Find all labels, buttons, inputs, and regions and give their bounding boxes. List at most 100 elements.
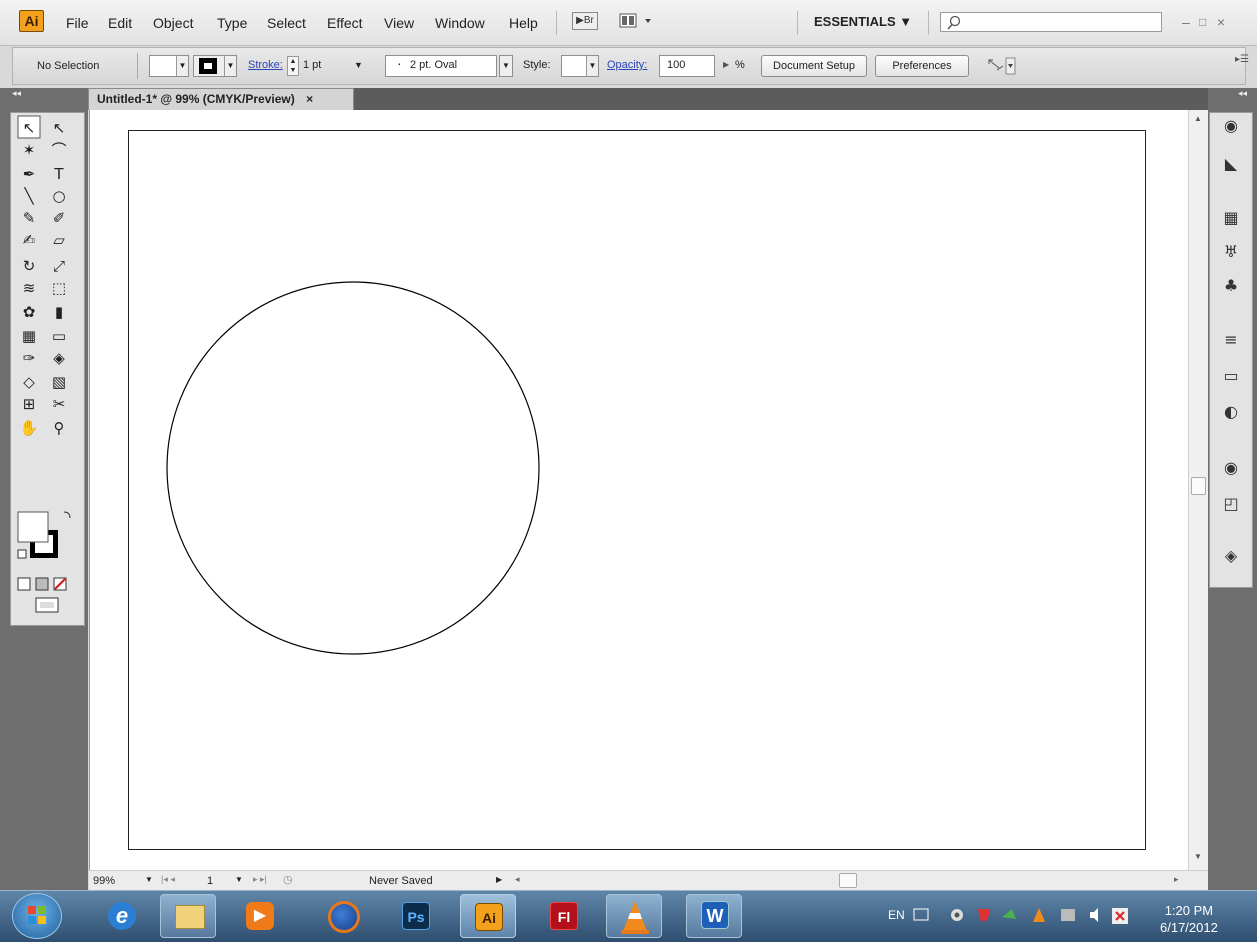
ellipse-tool-icon[interactable]: ○ — [52, 187, 65, 205]
isolate-selection-button[interactable] — [985, 56, 1017, 76]
menu-view[interactable]: View — [384, 15, 414, 31]
pencil-tool-icon[interactable]: ✐ — [53, 209, 66, 227]
eraser-tool-icon[interactable]: ▱ — [53, 231, 65, 249]
menu-select[interactable]: Select — [267, 15, 306, 31]
start-button[interactable] — [12, 893, 62, 939]
gradient-tool-icon[interactable]: ▭ — [52, 327, 66, 345]
graphic-style-picker[interactable]: ▼ — [561, 55, 599, 77]
symbol-sprayer-tool-icon[interactable]: ✿ — [23, 303, 36, 321]
word-button[interactable]: W — [686, 894, 742, 938]
menu-object[interactable]: Object — [153, 15, 193, 31]
fill-dropdown-arrow[interactable]: ▼ — [176, 56, 188, 76]
photoshop-button[interactable]: Ps — [390, 894, 446, 938]
zoom-tool-icon[interactable]: ⚲ — [54, 419, 65, 437]
screen-mode-icon[interactable] — [35, 597, 59, 613]
menu-file[interactable]: File — [66, 15, 89, 31]
first-artboard-icon[interactable]: |◂ ◂ — [161, 874, 175, 885]
selection-tool-icon[interactable]: ↖ — [17, 115, 41, 139]
opacity-input[interactable]: 100 — [659, 55, 715, 77]
workspace-switcher[interactable]: ESSENTIALS ▼ — [814, 14, 912, 29]
menu-effect[interactable]: Effect — [327, 15, 363, 31]
blend-tool-icon[interactable]: ◈ — [53, 349, 65, 367]
zoom-dropdown[interactable]: ▼ — [145, 875, 153, 884]
document-tab[interactable]: Untitled-1* @ 99% (CMYK/Preview) × — [88, 88, 354, 110]
windows-explorer-button[interactable] — [160, 894, 216, 938]
mesh-tool-icon[interactable]: ▦ — [22, 327, 36, 345]
illustrator-button[interactable]: Ai — [460, 894, 516, 938]
menu-window[interactable]: Window — [435, 15, 485, 31]
internet-explorer-button[interactable]: e — [94, 894, 150, 938]
status-menu-arrow[interactable]: ▶ — [496, 875, 502, 884]
magic-wand-tool-icon[interactable]: ✶ — [23, 141, 36, 159]
horizontal-scroll-thumb[interactable] — [839, 873, 857, 888]
minimize-button[interactable]: – — [1182, 14, 1190, 30]
type-tool-icon[interactable]: T — [53, 165, 64, 183]
color-guide-panel-icon[interactable]: ◣ — [1225, 154, 1238, 173]
symbols-panel-icon[interactable]: ♣ — [1224, 276, 1238, 295]
fill-swatch[interactable]: ▼ — [149, 55, 189, 77]
gradient-panel-icon[interactable]: ▭ — [1223, 366, 1238, 385]
panel-menu-icon[interactable]: ▸☰ — [1235, 54, 1249, 65]
bridge-button[interactable]: ▶Br — [572, 12, 598, 30]
layers-panel-icon[interactable]: ◈ — [1225, 546, 1238, 565]
stroke-label[interactable]: Stroke: — [248, 59, 283, 71]
column-graph-tool-icon[interactable]: ▮ — [55, 303, 63, 321]
circle-shape[interactable] — [166, 281, 542, 657]
opacity-label[interactable]: Opacity: — [607, 59, 647, 71]
live-paint-selection-tool-icon[interactable]: ▧ — [52, 373, 66, 391]
opacity-slider-arrow[interactable]: ▶ — [723, 60, 729, 69]
line-tool-icon[interactable]: ╲ — [23, 187, 34, 205]
color-mode-icon[interactable] — [17, 577, 31, 591]
stroke-weight-value[interactable]: 1 pt — [303, 59, 321, 71]
close-button[interactable]: × — [1217, 14, 1225, 30]
swatches-panel-icon[interactable]: ▦ — [1223, 208, 1238, 227]
collapse-left-icon[interactable]: ◂◂ — [12, 88, 21, 99]
vertical-scroll-thumb[interactable] — [1191, 477, 1206, 495]
graphic-styles-panel-icon[interactable]: ◰ — [1223, 494, 1238, 513]
brush-dropdown[interactable]: ▼ — [499, 55, 513, 77]
stroke-swatch[interactable]: ▼ — [193, 55, 237, 77]
artboard-tool-icon[interactable]: ⊞ — [23, 395, 36, 413]
color-panel-icon[interactable]: ◉ — [1224, 116, 1238, 135]
stroke-dropdown-arrow[interactable]: ▼ — [224, 56, 236, 76]
artboard-dropdown[interactable]: ▼ — [235, 875, 243, 884]
restore-button[interactable]: □ — [1199, 15, 1206, 29]
vertical-scrollbar[interactable]: ▲ ▼ — [1188, 110, 1208, 870]
search-input[interactable] — [940, 12, 1162, 32]
language-indicator[interactable]: EN — [888, 908, 905, 922]
hand-tool-icon[interactable]: ✋ — [20, 419, 39, 437]
menu-help[interactable]: Help — [509, 15, 538, 31]
paintbrush-tool-icon[interactable]: ✎ — [23, 209, 36, 227]
arrange-documents-button[interactable] — [617, 12, 657, 30]
swap-fill-stroke-icon[interactable] — [63, 511, 71, 519]
media-player-button[interactable]: ▶ — [232, 894, 288, 938]
lasso-tool-icon[interactable]: ⌒ — [51, 141, 66, 159]
scroll-up-icon[interactable]: ▲ — [1194, 114, 1202, 123]
menu-edit[interactable]: Edit — [108, 15, 132, 31]
rotate-tool-icon[interactable]: ↻ — [23, 257, 36, 275]
free-transform-tool-icon[interactable]: ⬚ — [52, 279, 66, 297]
system-clock[interactable]: 1:20 PM 6/17/2012 — [1160, 902, 1218, 936]
scroll-down-icon[interactable]: ▼ — [1194, 852, 1202, 861]
pen-tool-icon[interactable]: ✒ — [23, 165, 36, 183]
brush-definition[interactable]: · 2 pt. Oval — [385, 55, 497, 77]
style-dropdown-arrow[interactable]: ▼ — [586, 56, 598, 76]
default-fill-stroke-icon[interactable] — [17, 549, 27, 559]
flash-button[interactable]: Fl — [538, 894, 594, 938]
live-paint-bucket-tool-icon[interactable]: ◇ — [23, 373, 35, 391]
eyedropper-tool-icon[interactable]: ✑ — [23, 349, 36, 367]
artboard-number[interactable]: 1 — [207, 875, 213, 887]
scale-tool-icon[interactable]: ⤢ — [53, 257, 66, 275]
direct-selection-tool-icon[interactable]: ↖ — [53, 119, 66, 137]
zoom-level[interactable]: 99% — [93, 875, 115, 887]
document-setup-button[interactable]: Document Setup — [761, 55, 867, 77]
gradient-mode-icon[interactable] — [35, 577, 49, 591]
blob-brush-tool-icon[interactable]: ✍ — [23, 231, 36, 249]
save-status[interactable]: Never Saved — [369, 875, 433, 887]
appearance-panel-icon[interactable]: ◉ — [1224, 458, 1238, 477]
reveal-icon[interactable]: ◷ — [283, 873, 293, 886]
preferences-button[interactable]: Preferences — [875, 55, 969, 77]
collapse-right-icon[interactable]: ◂◂ — [1238, 88, 1247, 99]
stroke-weight-dropdown[interactable]: ▼ — [354, 60, 363, 70]
none-mode-icon[interactable] — [53, 577, 67, 591]
